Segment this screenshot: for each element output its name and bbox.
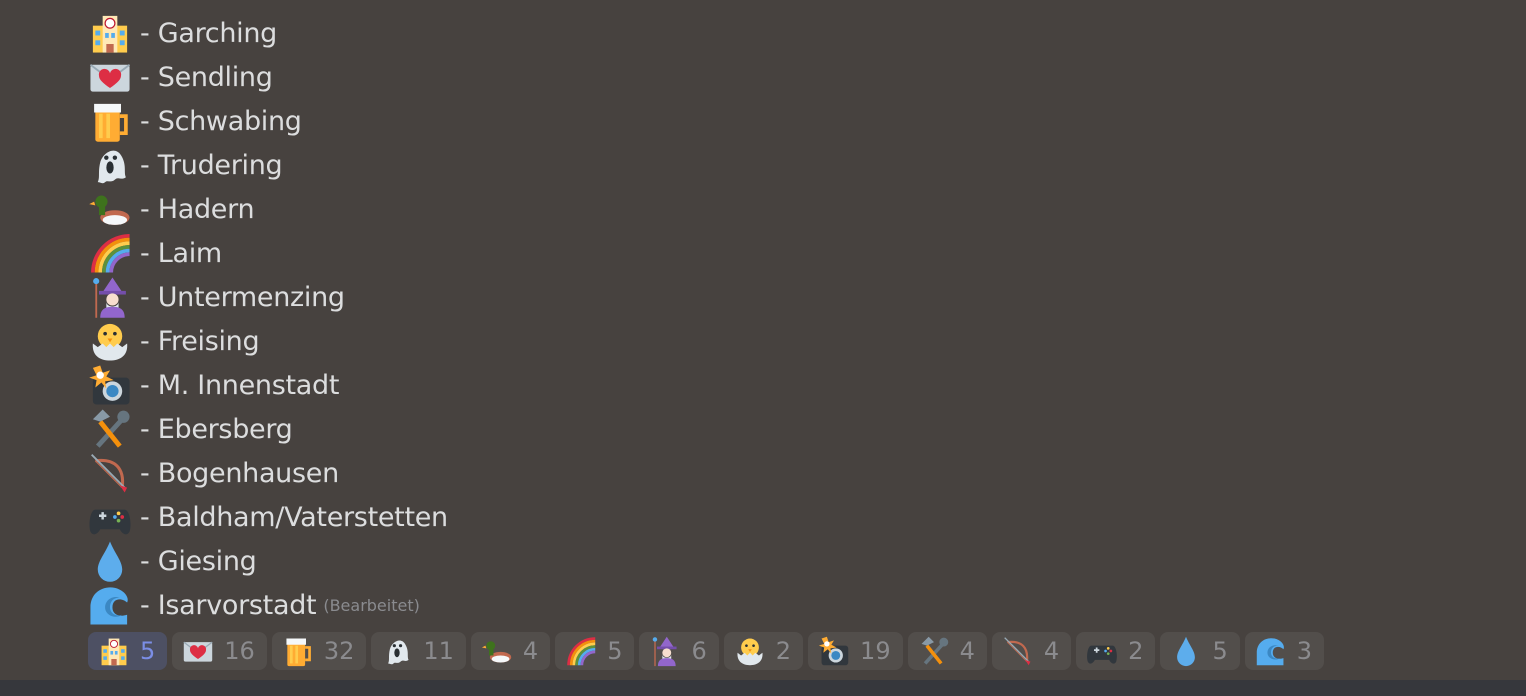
reaction-count: 32: [323, 637, 355, 665]
wave-icon: [1255, 635, 1287, 667]
ghost-icon: [381, 635, 413, 667]
reaction-button[interactable]: 4: [470, 632, 551, 670]
reaction-count: 5: [607, 637, 623, 665]
list-item: - M. Innenstadt: [88, 363, 448, 407]
list-item: - Laim: [88, 231, 448, 275]
duck-icon: [88, 187, 132, 231]
mage-icon: [649, 635, 681, 667]
list-item: - Trudering: [88, 143, 448, 187]
rainbow-icon: [88, 231, 132, 275]
reaction-count: 4: [959, 637, 975, 665]
love-letter-icon: [88, 55, 132, 99]
game-controller-icon: [1086, 635, 1118, 667]
droplet-icon: [88, 539, 132, 583]
list-item: - Isarvorstadt (Bearbeitet): [88, 583, 448, 627]
reaction-button[interactable]: 19: [808, 632, 903, 670]
chat-input-area-edge: [0, 680, 1526, 696]
school-icon: [98, 635, 130, 667]
school-icon: [88, 11, 132, 55]
list-item: - Giesing: [88, 539, 448, 583]
ghost-icon: [88, 143, 132, 187]
list-item-label: - Freising: [140, 325, 260, 357]
list-item: - Hadern: [88, 187, 448, 231]
reaction-count: 6: [691, 637, 707, 665]
reaction-count: 19: [860, 637, 891, 665]
list-item-label: - Isarvorstadt: [140, 589, 317, 621]
list-item: - Sendling: [88, 55, 448, 99]
droplet-icon: [1170, 635, 1202, 667]
list-item-label: - Laim: [140, 237, 222, 269]
tools-icon: [88, 407, 132, 451]
beer-icon: [88, 99, 132, 143]
list-item-label: - Bogenhausen: [140, 457, 339, 489]
camera-flash-icon: [88, 363, 132, 407]
reaction-count: 4: [522, 637, 539, 665]
list-item: - Garching: [88, 11, 448, 55]
duck-icon: [481, 635, 513, 667]
reaction-button[interactable]: 5: [1160, 632, 1240, 670]
list-item-label: - Hadern: [140, 193, 255, 225]
list-item: - Bogenhausen: [88, 451, 448, 495]
edited-label: (Bearbeitet): [323, 595, 420, 615]
reaction-count: 3: [1296, 637, 1312, 665]
tools-icon: [918, 635, 950, 667]
list-item-label: - Garching: [140, 17, 278, 49]
reaction-button[interactable]: 4: [991, 632, 1072, 670]
list-item-label: - Schwabing: [140, 105, 302, 137]
list-item-label: - Ebersberg: [140, 413, 293, 445]
list-item-label: - Untermenzing: [140, 281, 345, 313]
hatching-chick-icon: [734, 635, 766, 667]
camera-flash-icon: [818, 635, 850, 667]
rainbow-icon: [565, 635, 597, 667]
reaction-button[interactable]: 5: [555, 632, 635, 670]
reaction-button[interactable]: 32: [271, 632, 367, 670]
reaction-button[interactable]: 6: [639, 632, 719, 670]
list-item: - Schwabing: [88, 99, 448, 143]
reaction-button[interactable]: 5: [88, 632, 168, 670]
reaction-button[interactable]: 16: [172, 632, 267, 670]
reaction-button[interactable]: 11: [371, 632, 466, 670]
list-item: - Baldham/Vaterstetten: [88, 495, 448, 539]
list-item: - Ebersberg: [88, 407, 448, 451]
wave-icon: [88, 583, 132, 627]
hatching-chick-icon: [88, 319, 132, 363]
mage-icon: [88, 275, 132, 319]
bow-arrow-icon: [88, 451, 132, 495]
message-content: - Garching - Sendling - Schwabing - Truderi…: [88, 11, 448, 627]
list-item-label: - Baldham/Vaterstetten: [140, 501, 448, 533]
love-letter-icon: [182, 635, 214, 667]
list-item-label: - M. Innenstadt: [140, 369, 340, 401]
bow-arrow-icon: [1002, 635, 1034, 667]
reaction-count: 16: [224, 637, 255, 665]
reaction-count: 5: [1212, 637, 1228, 665]
reaction-button[interactable]: 4: [907, 632, 987, 670]
reactions-bar: 5 16 32 11 4 5 6 2 19 4 4 2 5 3: [88, 632, 1324, 670]
list-item-label: - Sendling: [140, 61, 273, 93]
reaction-button[interactable]: 2: [723, 632, 804, 670]
list-item: - Untermenzing: [88, 275, 448, 319]
beer-icon: [282, 635, 314, 667]
reaction-count: 4: [1043, 637, 1060, 665]
game-controller-icon: [88, 495, 132, 539]
list-item: - Freising: [88, 319, 448, 363]
reaction-button[interactable]: 2: [1076, 632, 1156, 670]
reaction-count: 11: [423, 637, 454, 665]
reaction-count: 2: [775, 637, 792, 665]
reaction-button[interactable]: 3: [1244, 632, 1324, 670]
list-item-label: - Trudering: [140, 149, 283, 181]
reaction-count: 2: [1128, 637, 1144, 665]
list-item-label: - Giesing: [140, 545, 257, 577]
reaction-count: 5: [140, 637, 156, 665]
